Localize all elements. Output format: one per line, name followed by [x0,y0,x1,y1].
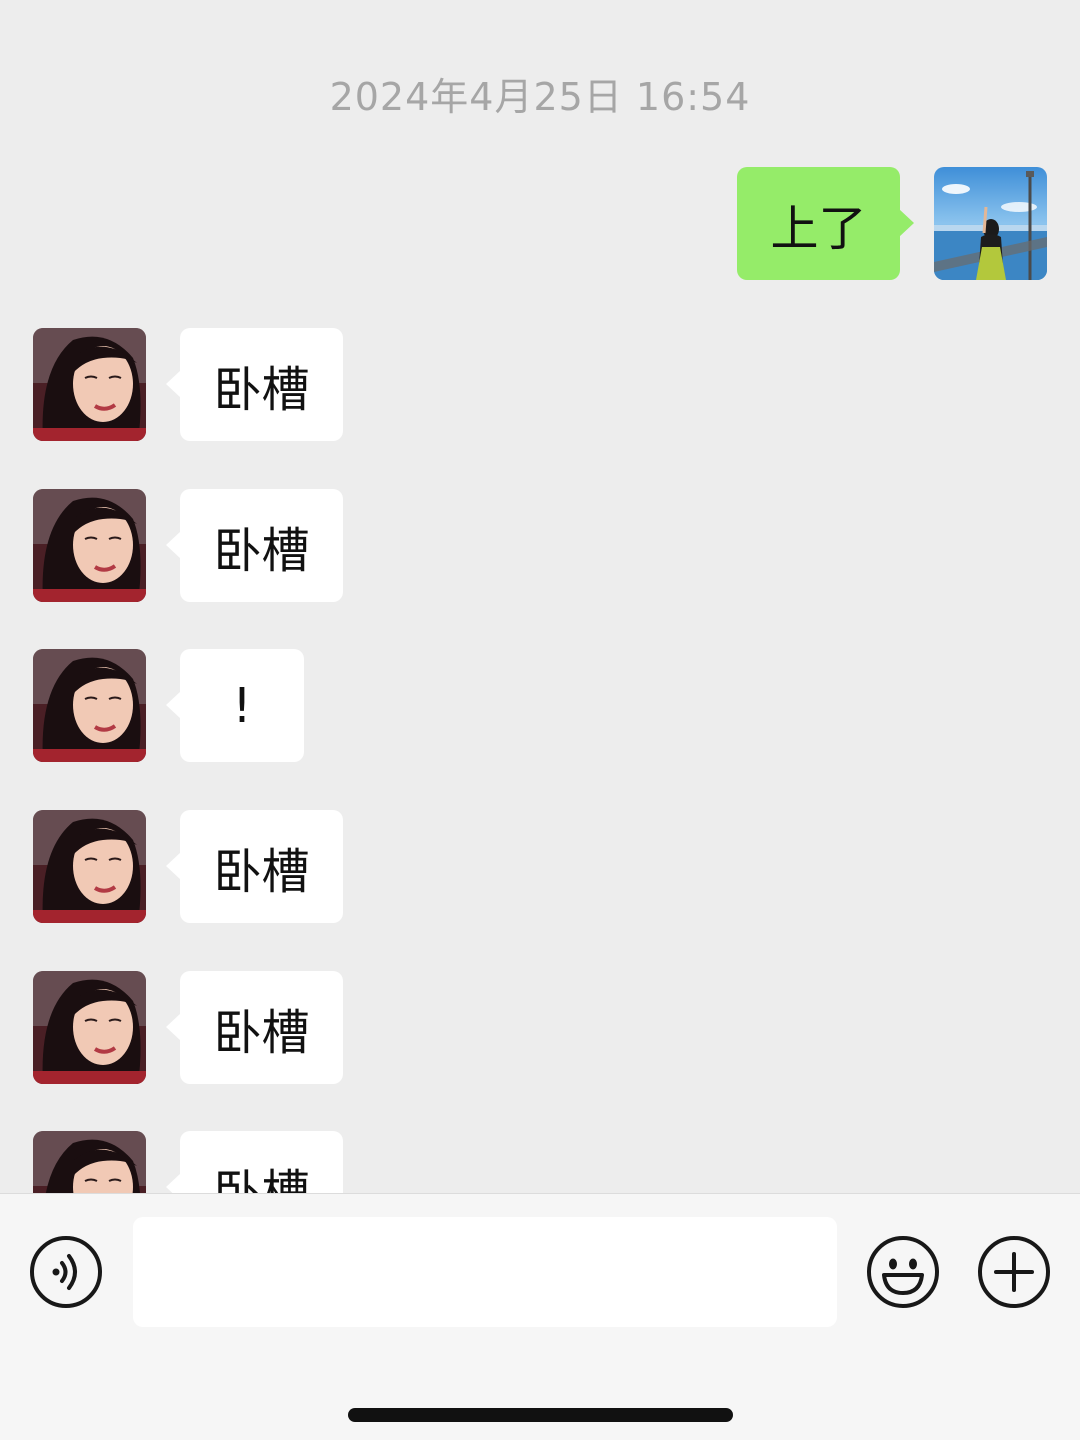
contact-avatar[interactable] [33,649,146,762]
contact-avatar-image [33,328,146,441]
message-text: 卧槽 [213,1004,310,1061]
emoji-button[interactable] [866,1235,940,1309]
message-text: 卧槽 [213,1164,310,1194]
contact-avatar[interactable] [33,1131,146,1193]
plus-button[interactable] [977,1235,1051,1309]
incoming-message-bubble[interactable]: 卧槽 [166,971,343,1084]
message-input[interactable] [133,1217,837,1327]
emoji-icon [867,1236,939,1308]
message-text: 卧槽 [213,361,310,418]
message-text: 上了 [770,200,867,257]
contact-avatar[interactable] [33,971,146,1084]
voice-icon [30,1236,102,1308]
contact-avatar-image [33,649,146,762]
contact-avatar-image [33,489,146,602]
contact-avatar[interactable] [33,328,146,441]
voice-button[interactable] [29,1235,103,1309]
message-list[interactable]: 2024年4月25日 16:54 上了 卧槽 卧槽 ! 卧槽 卧槽 卧槽 [0,0,1080,1193]
chat-screen: 2024年4月25日 16:54 上了 卧槽 卧槽 ! 卧槽 卧槽 卧槽 [0,0,1080,1440]
contact-avatar-image [33,971,146,1084]
incoming-message-bubble[interactable]: ! [166,649,304,762]
input-bar [0,1193,1080,1440]
incoming-message-bubble[interactable]: 卧槽 [166,810,343,923]
home-indicator[interactable] [348,1408,733,1422]
my-avatar[interactable] [934,167,1047,280]
outgoing-message-bubble[interactable]: 上了 [737,167,914,280]
message-text: 卧槽 [213,522,310,579]
incoming-message-bubble[interactable]: 卧槽 [166,328,343,441]
message-text: ! [232,677,252,734]
incoming-message-bubble[interactable]: 卧槽 [166,1131,343,1194]
contact-avatar-image [33,810,146,923]
my-avatar-image [934,167,1047,280]
contact-avatar-image [33,1131,146,1193]
contact-avatar[interactable] [33,810,146,923]
chat-timestamp: 2024年4月25日 16:54 [329,75,751,119]
contact-avatar[interactable] [33,489,146,602]
message-text: 卧槽 [213,843,310,900]
incoming-message-bubble[interactable]: 卧槽 [166,489,343,602]
plus-icon [978,1236,1050,1308]
